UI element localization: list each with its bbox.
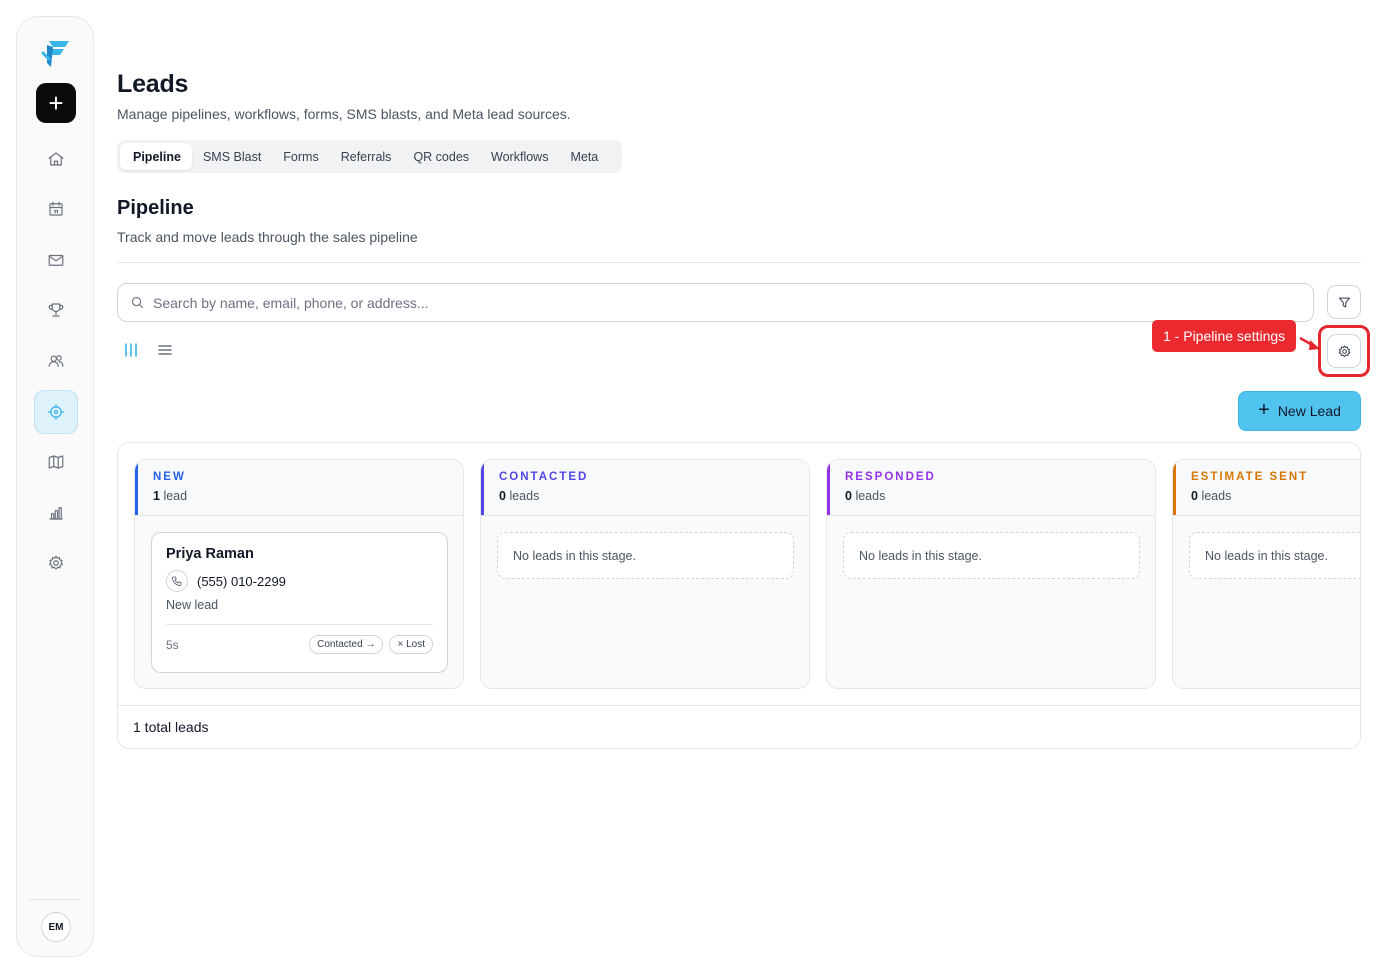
stage-column-responded: RESPONDED 0 leads No leads in this stage… [826,459,1156,689]
brand-logo-icon[interactable] [39,35,73,69]
list-icon [158,345,172,355]
new-lead-button[interactable]: + New Lead [1238,391,1361,431]
tab-forms[interactable]: Forms [272,143,329,170]
filter-icon [1338,297,1350,307]
filter-button[interactable] [1327,285,1361,319]
page-subtitle: Manage pipelines, workflows, forms, SMS … [117,106,571,122]
stage-columns: NEW 1 lead Priya Raman (555) 010-2299 Ne… [134,459,1360,689]
move-to-contacted-button[interactable]: Contacted → [309,635,384,654]
stage-title: RESPONDED [845,471,936,483]
section-subtitle: Track and move leads through the sales p… [117,229,418,245]
lead-name: Priya Raman [166,546,254,562]
nav-leads[interactable] [34,390,78,434]
stage-count: 0 leads [1191,489,1232,503]
bar-chart-icon [49,507,63,520]
empty-stage-placeholder: No leads in this stage. [843,532,1140,579]
nav-map[interactable] [34,440,78,484]
sidebar: + EM [16,16,94,957]
lead-divider [166,624,433,625]
stage-title: CONTACTED [499,471,589,483]
tab-qr-codes[interactable]: QR codes [402,143,480,170]
lead-footer: 5s Contacted → × Lost [166,635,433,654]
gear-icon [1338,344,1350,357]
lead-phone-number: (555) 010-2299 [197,573,286,589]
leads-tabs: Pipeline SMS Blast Forms Referrals QR co… [117,140,622,173]
lead-age: 5s [166,637,179,652]
lead-actions: Contacted → × Lost [309,635,433,654]
annotation-callout: 1 - Pipeline settings [1152,320,1297,352]
nav-calendar[interactable] [34,187,78,231]
sidebar-divider [29,899,81,900]
section-title: Pipeline [117,197,194,219]
stage-column-contacted: CONTACTED 0 leads No leads in this stage… [480,459,810,689]
stage-color-bar [135,460,138,515]
gear-icon [49,555,63,570]
new-lead-label: New Lead [1277,403,1341,419]
user-avatar[interactable]: EM [41,912,71,942]
stage-header: CONTACTED 0 leads [481,460,809,516]
section-divider [117,262,1361,263]
search-icon [131,296,144,309]
trophy-icon [48,303,64,317]
empty-stage-placeholder: No leads in this stage. [1189,532,1360,579]
pipeline-board: NEW 1 lead Priya Raman (555) 010-2299 Ne… [117,442,1361,749]
stage-count: 0 leads [845,489,886,503]
nav-mail[interactable] [34,238,78,282]
nav-trophy[interactable] [34,288,78,332]
stage-header: RESPONDED 0 leads [827,460,1155,516]
create-button[interactable]: + [36,83,76,123]
plus-icon: + [1258,399,1270,421]
lead-phone: (555) 010-2299 [166,570,433,592]
tab-pipeline[interactable]: Pipeline [120,143,192,170]
pipeline-settings-button[interactable] [1327,334,1361,368]
nav-reports[interactable] [34,491,78,535]
tab-workflows[interactable]: Workflows [480,143,559,170]
mark-lost-button[interactable]: × Lost [389,635,433,654]
page-title: Leads [117,70,189,98]
board-view-toggle[interactable] [123,342,141,360]
columns-icon [125,343,137,357]
total-leads-count: 1 total leads [118,705,1360,748]
home-icon [48,152,64,166]
nav-home[interactable] [34,137,78,181]
stage-count: 1 lead [153,489,188,503]
lead-card[interactable]: Priya Raman (555) 010-2299 New lead 5s C… [151,532,448,673]
search-input[interactable] [153,294,1253,311]
stage-color-bar [481,460,484,515]
stage-header: ESTIMATE SENT 0 leads [1173,460,1360,516]
stage-count: 0 leads [499,489,540,503]
stage-title: ESTIMATE SENT [1191,471,1309,483]
phone-icon[interactable] [166,570,188,592]
stage-title: NEW [153,471,186,483]
tab-sms-blast[interactable]: SMS Blast [192,143,272,170]
empty-stage-placeholder: No leads in this stage. [497,532,794,579]
calendar-icon [49,201,63,216]
list-view-toggle[interactable] [157,342,175,360]
stage-header: NEW 1 lead [135,460,463,516]
crosshair-icon [47,403,65,421]
tab-referrals[interactable]: Referrals [330,143,403,170]
tab-meta[interactable]: Meta [559,143,609,170]
users-icon [48,355,64,367]
stage-color-bar [1173,460,1176,515]
nav-contacts[interactable] [34,339,78,383]
stage-column-estimate-sent: ESTIMATE SENT 0 leads No leads in this s… [1172,459,1360,689]
stage-color-bar [827,460,830,515]
stage-column-new: NEW 1 lead Priya Raman (555) 010-2299 Ne… [134,459,464,689]
map-icon [48,455,64,469]
search-bar [117,283,1314,322]
nav-settings[interactable] [34,541,78,585]
lead-status: New lead [166,598,219,612]
mail-icon [48,254,64,266]
